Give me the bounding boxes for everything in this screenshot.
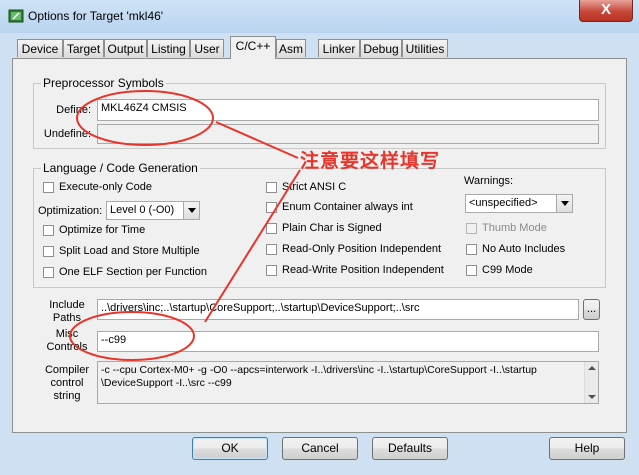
misc-pointer-line — [204, 169, 301, 323]
misc-highlight-circle — [69, 311, 195, 361]
define-pointer-line — [215, 121, 299, 159]
tab-c-cpp[interactable]: C/C++ — [230, 36, 276, 59]
annotation-overlay — [69, 90, 301, 361]
annotation-text: 注意要这样填写 — [300, 150, 441, 172]
define-highlight-circle — [76, 90, 214, 146]
